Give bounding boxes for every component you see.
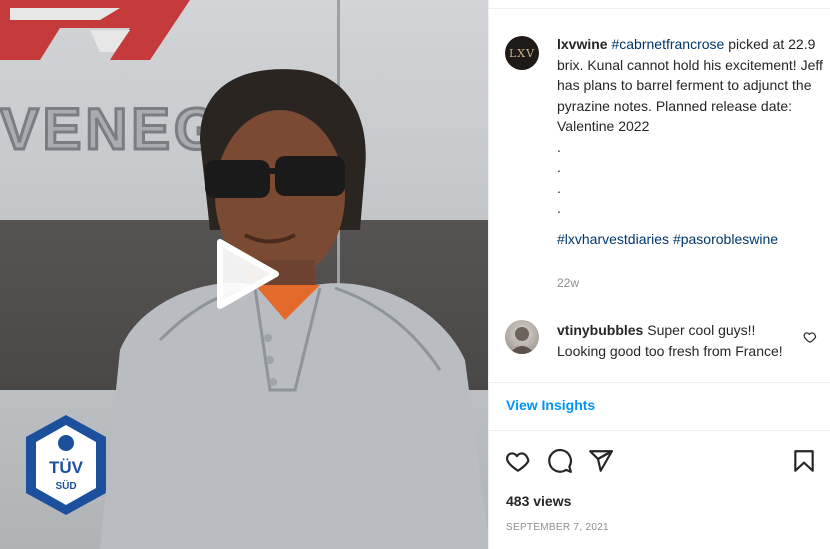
caption-dot: . (557, 159, 561, 175)
bookmark-icon[interactable] (791, 448, 817, 474)
post-details-panel: LXV lxvwine #cabrnetfrancrose picked at … (488, 0, 830, 549)
play-icon[interactable] (214, 238, 280, 310)
divider (489, 382, 830, 383)
comment-username[interactable]: vtinybubbles (557, 322, 643, 338)
heart-icon[interactable] (803, 330, 817, 344)
avatar-text: LXV (508, 46, 536, 60)
hashtag-row: #lxvharvestdiaries #pasorobleswine (557, 229, 827, 250)
post-modal: VENEGA TÜV SÜD LXV lxvwine #cabrnetfranc… (0, 0, 830, 549)
comment-icon[interactable] (547, 448, 573, 474)
share-icon[interactable] (588, 448, 614, 474)
divider (489, 8, 830, 9)
video-player[interactable]: VENEGA TÜV SÜD (0, 0, 488, 549)
caption-text: lxvwine #cabrnetfrancrose picked at 22.9… (557, 34, 827, 249)
caption-dot: . (557, 138, 561, 155)
avatar[interactable] (505, 320, 539, 354)
post-date: SEPTEMBER 7, 2021 (506, 522, 609, 533)
avatar[interactable]: LXV (505, 36, 539, 70)
person-figure (100, 69, 488, 549)
divider (489, 430, 830, 431)
author-username[interactable]: lxvwine (557, 36, 608, 52)
view-insights-link[interactable]: View Insights (506, 397, 595, 413)
tuv-sticker-text: TÜV (49, 458, 84, 477)
hashtag-link[interactable]: #pasorobleswine (673, 231, 778, 247)
hashtag-link[interactable]: #lxvharvestdiaries (557, 231, 669, 247)
view-count[interactable]: 483 views (506, 493, 571, 509)
avatar-image (509, 327, 535, 354)
post-time-ago[interactable]: 22w (557, 276, 579, 290)
tuv-sticker-sub: SÜD (55, 479, 76, 492)
caption-dot: . (557, 179, 561, 196)
hashtag-link[interactable]: #cabrnetfrancrose (611, 36, 724, 52)
comment-text: vtinybubbles Super cool guys!! Looking g… (557, 320, 787, 361)
caption-dot: . (557, 200, 561, 216)
heart-icon[interactable] (505, 448, 531, 474)
